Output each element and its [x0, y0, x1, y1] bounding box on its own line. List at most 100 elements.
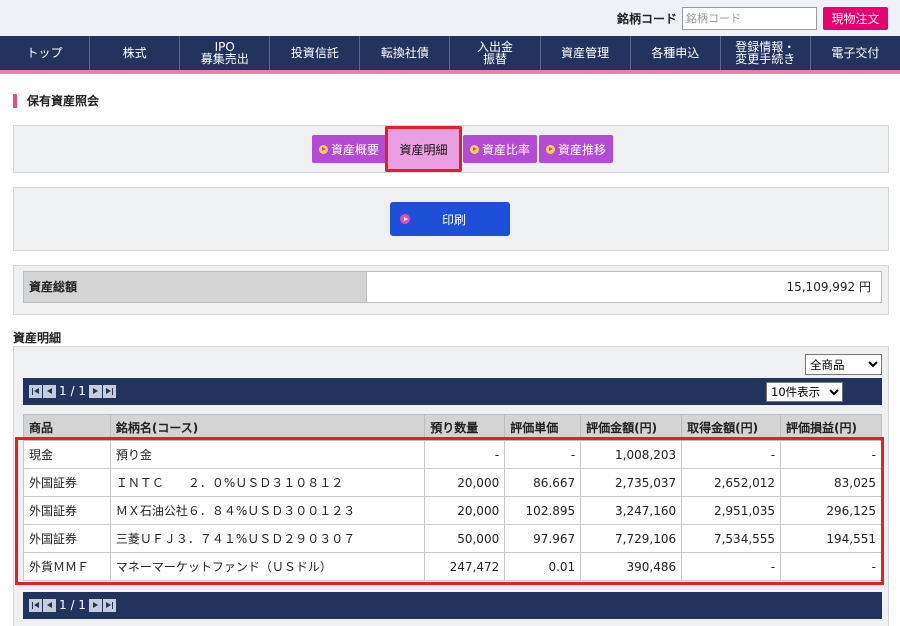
tab-asset-trend[interactable]: 資産推移 [539, 135, 613, 163]
page-indicator: 1 / 1 [59, 384, 86, 398]
tab-label: 資産推移 [557, 142, 606, 157]
next-page-icon[interactable] [88, 598, 102, 612]
cell-acquisition-cost: - [681, 440, 782, 469]
cell-market-value: 2,735,037 [580, 468, 683, 497]
nav-registration[interactable]: 登録情報・ 変更手続き [721, 36, 811, 70]
product-filter-select[interactable]: 全商品 [805, 354, 882, 375]
col-quantity: 預り数量 [424, 414, 506, 441]
cell-market-value: 390,486 [580, 552, 683, 581]
tab-asset-detail[interactable]: 資産明細 [385, 126, 462, 172]
cell-product: 外国証券 [23, 496, 111, 525]
table-header-row: 商品 銘柄名(コース) 預り数量 評価単価 評価金額(円) 取得金額(円) 評価… [23, 414, 882, 441]
cell-unit-price: - [504, 440, 582, 469]
cell-quantity: 50,000 [424, 524, 506, 553]
nav-convertible-bonds[interactable]: 転換社債 [360, 36, 451, 70]
total-assets-value: 15,109,992 円 [366, 271, 882, 303]
last-page-icon[interactable] [102, 598, 116, 612]
prev-page-icon[interactable] [43, 598, 56, 612]
tab-panel: 資産概要 資産明細 資産比率 資産推移 [13, 125, 889, 173]
cell-name: ＩＮＴＣ ２．０%ＵＳＤ３１０８１２ [109, 468, 426, 497]
per-page-select[interactable]: 10件表示 [766, 382, 843, 402]
cell-product: 外国証券 [23, 468, 111, 497]
cell-market-value: 1,008,203 [580, 440, 683, 469]
cell-unit-price: 86.667 [504, 468, 582, 497]
table-row: 外国証券 ＩＮＴＣ ２．０%ＵＳＤ３１０８１２ 20,000 86.667 2,… [23, 468, 882, 497]
col-acquisition-cost: 取得金額(円) [681, 414, 782, 441]
total-assets-panel: 資産総額 15,109,992 円 [13, 265, 889, 315]
print-button[interactable]: 印刷 [390, 202, 510, 236]
page-title: 保有資産照会 [13, 94, 99, 108]
tab-label: 資産概要 [330, 142, 379, 157]
col-unit-price: 評価単価 [504, 414, 582, 441]
cell-acquisition-cost: 7,534,555 [681, 524, 782, 553]
nav-ipo[interactable]: IPO 募集売出 [180, 36, 271, 70]
cell-quantity: 20,000 [424, 496, 506, 525]
cell-name: 預り金 [109, 440, 426, 469]
pager: 1 / 1 [29, 384, 117, 398]
table-row: 外貨ＭＭＦ マネーマーケットファンド（ＵＳドル） 247,472 0.01 39… [23, 552, 882, 581]
stock-code-input[interactable] [682, 7, 817, 30]
table-row: 外国証券 ＭＸ石油公社６．８４%ＵＳＤ３００１２３ 20,000 102.895… [23, 496, 882, 525]
cell-market-value: 7,729,106 [580, 524, 683, 553]
col-product: 商品 [23, 414, 111, 441]
tab-label: 資産比率 [481, 142, 530, 157]
main-nav: トップ 株式 IPO 募集売出 投資信託 転換社債 入出金 振替 資産管理 各種… [0, 36, 900, 74]
play-icon [545, 144, 555, 154]
cell-unit-price: 97.967 [504, 524, 582, 553]
play-icon [318, 144, 328, 154]
spot-order-button[interactable]: 現物注文 [823, 7, 888, 30]
cell-unit-price: 0.01 [504, 552, 582, 581]
top-bar: 銘柄コード 現物注文 [0, 0, 900, 36]
table-row: 現金 預り金 - - 1,008,203 - - [23, 440, 882, 469]
cell-product: 外国証券 [23, 524, 111, 553]
cell-market-value: 3,247,160 [580, 496, 683, 525]
tab-asset-overview[interactable]: 資産概要 [312, 135, 386, 163]
print-label: 印刷 [442, 212, 467, 227]
nav-e-delivery[interactable]: 電子交付 [811, 36, 900, 70]
nav-asset-management[interactable]: 資産管理 [541, 36, 631, 70]
stock-code-label: 銘柄コード [617, 12, 678, 26]
cell-product: 現金 [23, 440, 111, 469]
total-assets-label: 資産総額 [23, 271, 367, 303]
cell-profit-loss: 296,125 [780, 496, 882, 525]
first-page-icon[interactable] [29, 598, 42, 612]
play-icon [469, 144, 479, 154]
cell-profit-loss: 83,025 [780, 468, 882, 497]
prev-page-icon[interactable] [43, 384, 56, 398]
cell-unit-price: 102.895 [504, 496, 582, 525]
pager-bar-top: 1 / 1 10件表示 [23, 378, 882, 405]
pager: 1 / 1 [29, 598, 117, 612]
next-page-icon[interactable] [88, 384, 102, 398]
cell-profit-loss: 194,551 [780, 524, 882, 553]
cell-quantity: 20,000 [424, 468, 506, 497]
nav-funds[interactable]: 投資信託 [270, 36, 361, 70]
holdings-table: 商品 銘柄名(コース) 預り数量 評価単価 評価金額(円) 取得金額(円) 評価… [23, 414, 882, 581]
cell-acquisition-cost: 2,652,012 [681, 468, 782, 497]
play-icon [400, 214, 410, 224]
page-indicator: 1 / 1 [59, 598, 86, 612]
col-name: 銘柄名(コース) [109, 414, 426, 441]
nav-deposit-transfer[interactable]: 入出金 振替 [450, 36, 541, 70]
last-page-icon[interactable] [102, 384, 116, 398]
cell-name: 三菱ＵＦＪ３．７４１%ＵＳＤ２９０３０７ [109, 524, 426, 553]
cell-profit-loss: - [780, 552, 882, 581]
pager-bar-bottom: 1 / 1 [23, 592, 882, 619]
nav-top[interactable]: トップ [0, 36, 91, 70]
cell-quantity: - [424, 440, 506, 469]
col-profit-loss: 評価損益(円) [780, 414, 882, 441]
cell-quantity: 247,472 [424, 552, 506, 581]
cell-profit-loss: - [780, 440, 882, 469]
first-page-icon[interactable] [29, 384, 42, 398]
tab-asset-ratio[interactable]: 資産比率 [463, 135, 537, 163]
cell-acquisition-cost: 2,951,035 [681, 496, 782, 525]
cell-product: 外貨ＭＭＦ [23, 552, 111, 581]
print-panel: 印刷 [13, 187, 889, 251]
table-row: 外国証券 三菱ＵＦＪ３．７４１%ＵＳＤ２９０３０７ 50,000 97.967 … [23, 524, 882, 553]
nav-stocks[interactable]: 株式 [90, 36, 181, 70]
col-market-value: 評価金額(円) [580, 414, 683, 441]
nav-applications[interactable]: 各種申込 [631, 36, 721, 70]
asset-detail-panel: 全商品 1 / 1 10件表示 商品 銘柄名(コース) 預り数量 評価単価 評価… [13, 346, 889, 626]
cell-name: ＭＸ石油公社６．８４%ＵＳＤ３００１２３ [109, 496, 426, 525]
asset-detail-heading: 資産明細 [13, 331, 62, 345]
cell-name: マネーマーケットファンド（ＵＳドル） [109, 552, 426, 581]
